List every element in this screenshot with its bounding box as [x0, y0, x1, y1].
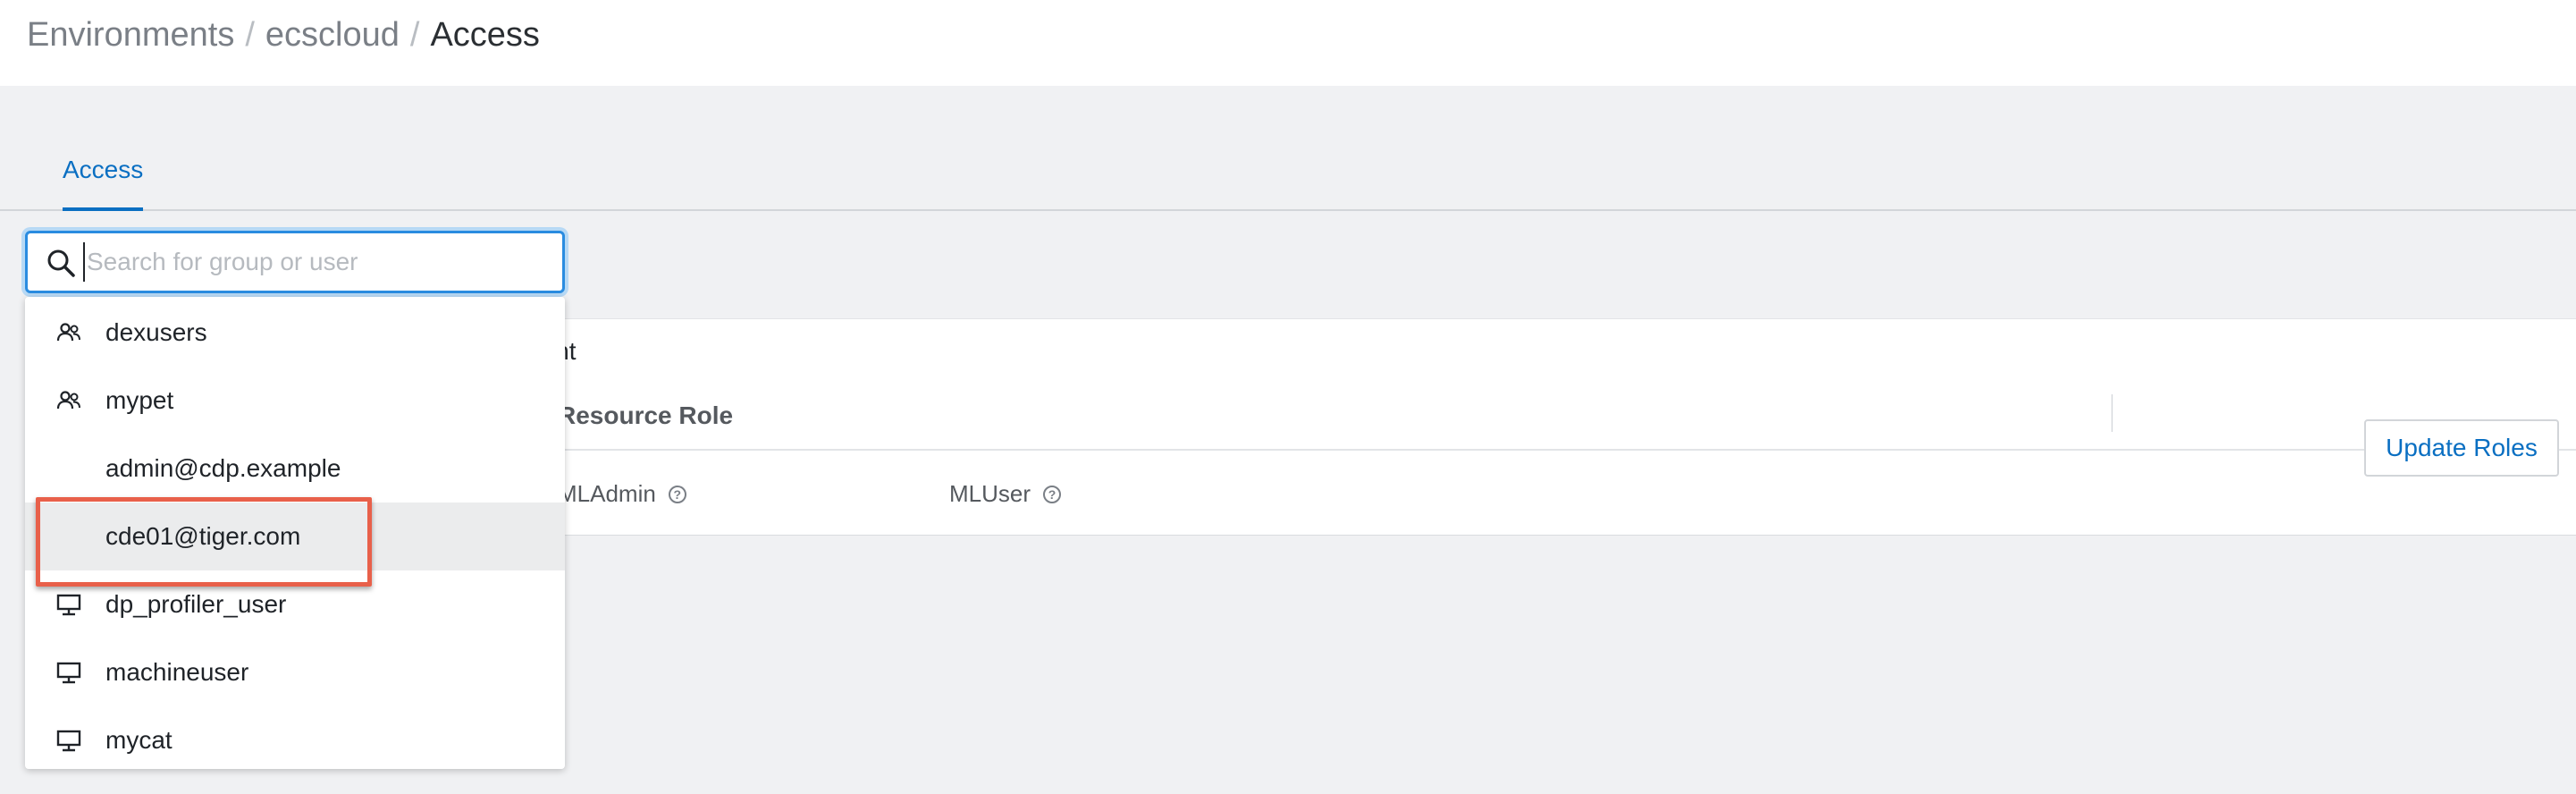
list-item-mycat[interactable]: mycat	[25, 706, 565, 769]
tab-bar: Access	[0, 143, 2576, 211]
group-icon	[56, 323, 80, 342]
machine-user-icon	[56, 594, 81, 616]
help-icon[interactable]: ?	[1043, 485, 1062, 503]
list-item-cde01[interactable]: cde01@tiger.com	[25, 503, 565, 570]
role-mladmin: MLAdmin ?	[558, 480, 686, 508]
top-bar: Environments / ecscloud / Access	[0, 0, 2576, 86]
role-mluser: MLUser ?	[949, 480, 1062, 508]
breadcrumb-current: Access	[430, 16, 540, 54]
column-divider	[2111, 394, 2113, 432]
tab-access[interactable]: Access	[63, 156, 144, 211]
machine-user-icon	[56, 662, 81, 684]
breadcrumb-environments[interactable]: Environments	[27, 16, 234, 54]
list-item-dexusers[interactable]: dexusers	[25, 299, 565, 367]
list-item-label: mypet	[105, 386, 174, 414]
role-label: MLUser	[949, 480, 1031, 507]
search-icon	[47, 249, 75, 277]
search-input[interactable]	[83, 242, 548, 282]
breadcrumb-ecscloud[interactable]: ecscloud	[265, 16, 400, 54]
list-item-admin[interactable]: admin@cdp.example	[25, 435, 565, 503]
breadcrumb: Environments / ecscloud / Access	[27, 16, 540, 55]
list-item-machineuser[interactable]: machineuser	[25, 638, 565, 706]
list-item-label: machineuser	[105, 658, 249, 686]
breadcrumb-separator: /	[409, 16, 420, 54]
list-item-mypet[interactable]: mypet	[25, 367, 565, 435]
list-item-label: cde01@tiger.com	[105, 522, 301, 550]
resource-role-header: Resource Role	[558, 401, 734, 429]
group-icon	[56, 391, 80, 410]
list-item-label: dp_profiler_user	[105, 590, 287, 618]
list-item-label: admin@cdp.example	[105, 454, 341, 482]
machine-user-icon	[56, 730, 81, 752]
breadcrumb-separator: /	[245, 16, 255, 54]
list-item-label: mycat	[105, 726, 173, 754]
update-roles-button[interactable]: Update Roles	[2364, 419, 2559, 477]
search-box[interactable]	[25, 231, 565, 293]
list-item-dp-profiler-user[interactable]: dp_profiler_user	[25, 570, 565, 638]
list-item-label: dexusers	[105, 318, 207, 346]
role-label: MLAdmin	[558, 480, 656, 507]
help-icon[interactable]: ?	[668, 485, 686, 503]
search-results-dropdown: dexusers mypet admin@cdp.example cde01@t…	[25, 297, 565, 769]
